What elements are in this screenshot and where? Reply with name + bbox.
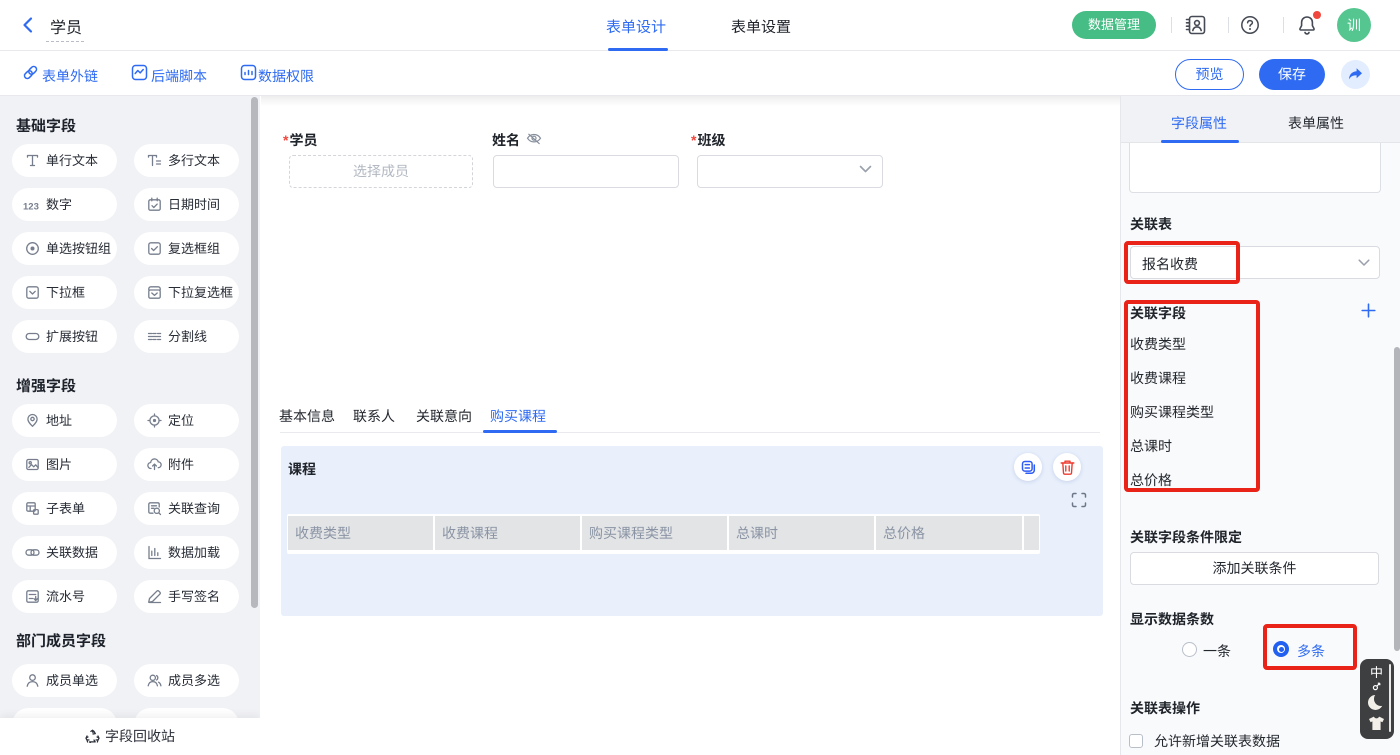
svg-text:123: 123 xyxy=(23,202,39,213)
